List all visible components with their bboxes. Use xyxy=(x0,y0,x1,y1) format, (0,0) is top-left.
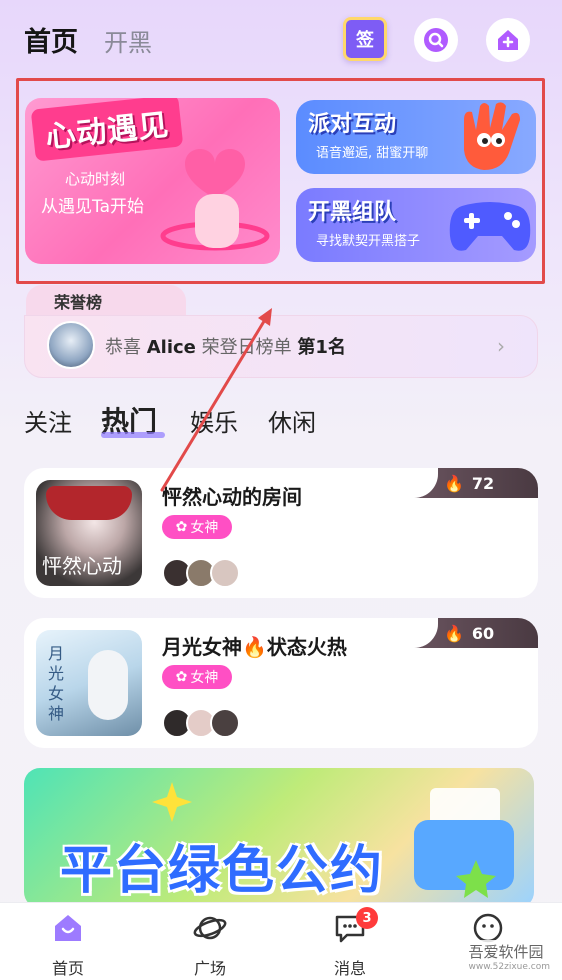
tab-home[interactable]: 首页 xyxy=(24,20,78,59)
fire-icon: 🔥 xyxy=(444,473,464,493)
avatar xyxy=(210,558,240,588)
chevron-right-icon: › xyxy=(497,334,505,358)
site-watermark: 吾爱软件园 www.52zixue.com xyxy=(462,940,556,973)
nav-messages[interactable]: 3 消息 xyxy=(310,907,390,979)
nav-square[interactable]: 广场 xyxy=(170,911,250,979)
nav-square-label: 广场 xyxy=(193,959,226,978)
sign-in-label: 签 xyxy=(356,30,374,51)
search-button[interactable] xyxy=(414,18,458,62)
planet-icon xyxy=(193,916,227,940)
home-icon xyxy=(55,915,81,941)
goddess-badge: ✿ 女神 xyxy=(162,665,232,689)
hot-count: 🔥 72 xyxy=(378,468,538,498)
room-cover-text: 怦然心动 xyxy=(42,554,122,578)
nav-home-label: 首页 xyxy=(51,959,84,978)
folder-icon xyxy=(414,788,514,898)
room-card[interactable]: 月光女神 月光女神🔥状态火热 ✿ 女神 🔥 60 xyxy=(24,618,538,748)
room-card[interactable]: 怦然心动 怦然心动的房间 ✿ 女神 🔥 72 xyxy=(24,468,538,598)
search-icon xyxy=(424,28,448,52)
active-tab-indicator xyxy=(101,432,165,438)
banner-highlight-box xyxy=(16,78,545,284)
room-title: 怦然心动的房间 xyxy=(162,485,302,509)
room-cover-image: 怦然心动 xyxy=(36,480,142,586)
honor-message: 恭喜 Alice 荣登日榜单 第1名 xyxy=(105,337,346,358)
sign-in-button[interactable]: 签 xyxy=(343,17,387,61)
nav-messages-label: 消息 xyxy=(333,959,366,978)
honor-banner: 恭喜 Alice 荣登日榜单 第1名 › xyxy=(24,315,538,378)
promo-title: 平台绿色公约 xyxy=(60,841,385,901)
create-room-button[interactable] xyxy=(486,18,530,62)
top-header: 首页 开黑 签 xyxy=(0,0,562,80)
honor-board[interactable]: 荣誉榜 恭喜 Alice 荣登日榜单 第1名 › xyxy=(24,285,538,378)
fire-icon: 🔥 xyxy=(444,623,464,643)
tab-entertainment[interactable]: 娱乐 xyxy=(190,403,238,438)
nav-home[interactable]: 首页 xyxy=(28,911,108,979)
tab-follow[interactable]: 关注 xyxy=(24,403,72,438)
tab-team-up[interactable]: 开黑 xyxy=(104,23,152,58)
unread-badge: 3 xyxy=(356,907,378,929)
goddess-badge: ✿ 女神 xyxy=(162,515,232,539)
hot-count: 🔥 60 xyxy=(378,618,538,648)
honor-tab xyxy=(26,285,186,319)
room-cover-image: 月光女神 xyxy=(36,630,142,736)
room-cover-text: 月光女神 xyxy=(48,644,65,723)
flower-icon: ✿ xyxy=(175,519,188,535)
sparkle-icon xyxy=(152,782,192,822)
avatar xyxy=(210,708,240,738)
tab-leisure[interactable]: 休闲 xyxy=(268,403,316,438)
house-plus-icon xyxy=(498,30,518,50)
room-title: 月光女神🔥状态火热 xyxy=(162,635,347,659)
avatar xyxy=(47,321,95,369)
green-convention-banner[interactable]: 平台绿色公约 xyxy=(24,768,534,908)
flower-icon: ✿ xyxy=(175,669,188,685)
honor-title: 荣誉榜 xyxy=(54,293,103,312)
